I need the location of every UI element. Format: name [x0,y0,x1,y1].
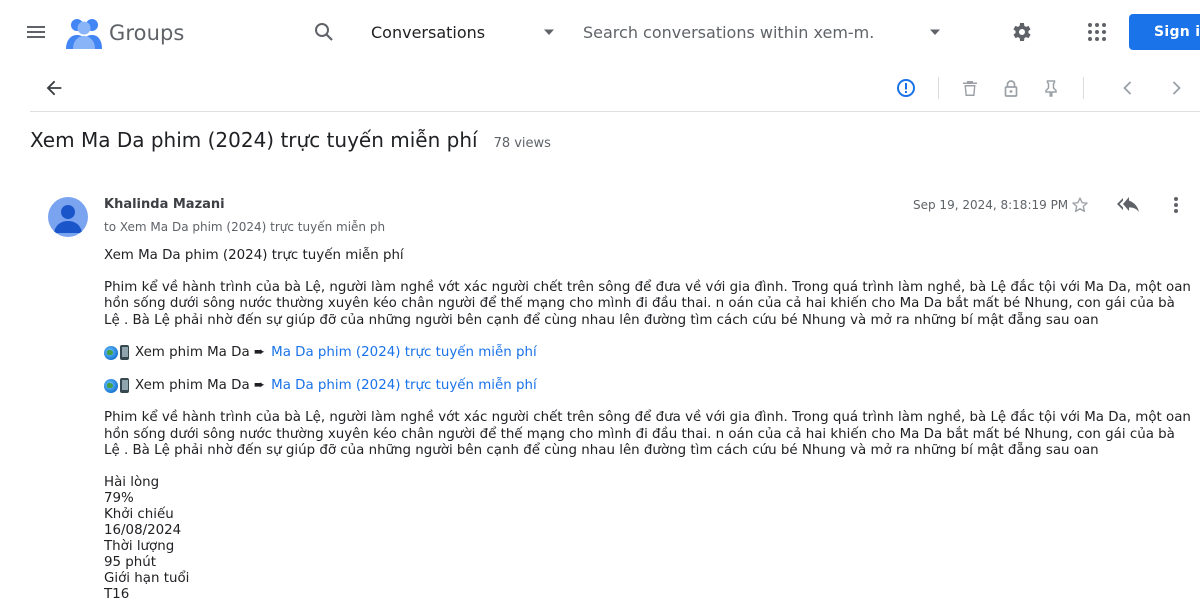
stat-label: Thời lượng [104,539,175,555]
conversation-title: Xem Ma Da phim (2024) trực tuyến miễn ph… [30,128,478,152]
reply-all-button[interactable] [1114,193,1142,217]
search-scope-label: Conversations [371,22,486,42]
star-icon [1072,197,1088,213]
chevron-right-icon [1172,81,1181,95]
trash-icon [963,81,977,96]
stat-value: 79% [104,491,134,507]
search-scope-dropdown[interactable]: Conversations [371,14,561,50]
stat-value: T16 [104,587,130,600]
delete-button[interactable] [956,74,984,102]
lock-icon [1004,80,1018,97]
chevron-left-icon [1123,81,1132,95]
view-count: 78 views [493,136,551,151]
avatar[interactable] [48,197,88,237]
stat-label: Hài lòng [104,475,160,491]
message-subject-line: Xem Ma Da phim (2024) trực tuyến miễn ph… [104,248,404,263]
message-paragraph: Phim kể về hành trình của bà Lệ, người l… [104,410,1191,458]
conversation-title-row: Xem Ma Da phim (2024) trực tuyến miễn ph… [30,128,551,152]
stat-label: Khởi chiếu [104,507,174,523]
menu-icon [27,26,45,38]
back-button[interactable] [40,74,68,102]
settings-button[interactable] [1005,16,1037,48]
phone-icon [120,378,129,394]
toolbar-divider [938,77,939,99]
search-options-caret-icon[interactable] [929,28,941,36]
search-button[interactable] [308,16,340,48]
link-prefix: Xem phim Ma Da ➨ [135,377,266,393]
search-input[interactable] [583,22,873,42]
caret-down-icon [544,29,554,35]
phone-icon [120,345,129,361]
report-icon [897,79,915,97]
lock-button[interactable] [997,74,1025,102]
reply-all-icon [1117,197,1139,212]
watch-link-line: Xem phim Ma Da ➨ Ma Da phim (2024) trực … [104,378,1194,394]
apps-grid-icon [1088,23,1106,41]
message-date: Sep 19, 2024, 8:18:19 PM [913,198,1069,212]
next-conversation-button[interactable] [1162,74,1190,102]
search-box [583,14,948,50]
groups-logo-icon [66,19,102,49]
globe-icon [104,345,118,360]
message-paragraph: Phim kể về hành trình của bà Lệ, người l… [104,280,1191,328]
message-author[interactable]: Khalinda Mazani [104,197,225,212]
google-apps-button[interactable] [1081,16,1113,48]
watch-link[interactable]: Ma Da phim (2024) trực tuyến miễn phí [271,345,537,361]
movie-stats: Hài lòng 79% Khởi chiếu 16/08/2024 Thời … [104,475,1194,600]
stat-label: Giới hạn tuổi [104,571,190,587]
message-body: Xem Ma Da phim (2024) trực tuyến miễn ph… [104,248,1194,600]
watch-link-line: Xem phim Ma Da ➨ Ma Da phim (2024) trực … [104,345,1194,361]
pin-button[interactable] [1037,74,1065,102]
toolbar-divider [1083,77,1084,99]
watch-link[interactable]: Ma Da phim (2024) trực tuyến miễn phí [271,378,537,394]
star-button[interactable] [1068,193,1092,217]
link-prefix: Xem phim Ma Da ➨ [135,344,266,360]
more-vert-icon [1174,197,1178,213]
more-options-button[interactable] [1164,193,1188,217]
top-app-bar: Groups Conversations Sign in [0,0,1200,64]
groups-logo[interactable]: Groups [66,16,184,50]
stat-value: 16/08/2024 [104,523,182,539]
conversation-toolbar [30,64,1200,112]
sign-in-button[interactable]: Sign in [1129,14,1200,50]
search-icon [315,23,333,41]
globe-icon [104,378,118,393]
message-recipient: to Xem Ma Da phim (2024) trực tuyến miễn… [104,220,386,234]
arrow-back-icon [46,80,62,96]
previous-conversation-button[interactable] [1114,74,1142,102]
report-button[interactable] [892,74,920,102]
stat-value: 95 phút [104,555,157,571]
logo-text: Groups [109,21,185,45]
main-menu-button[interactable] [20,16,52,48]
pin-icon [1045,80,1057,97]
gear-icon [1013,23,1031,41]
person-icon [54,205,82,233]
